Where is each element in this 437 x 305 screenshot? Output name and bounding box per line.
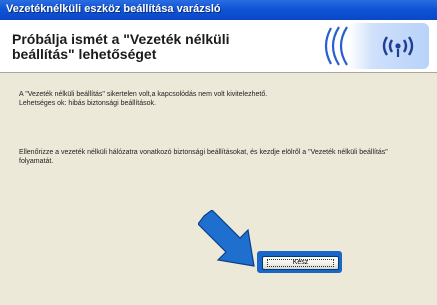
error-line-2: Lehetséges ok: hibás biztonsági beállítá… [19,100,156,107]
wizard-header: Próbálja ismét a "Vezeték nélküli beállí… [0,20,437,73]
title-bar: Vezetéknélküli eszköz beállítása varázsl… [0,0,437,21]
page-heading: Próbálja ismét a "Vezeték nélküli beállí… [12,31,230,62]
finish-button-label: Kész [292,259,309,266]
arrow-pointer-icon [198,210,255,267]
error-message: A "Vezeték nélküli beállítás" sikertelen… [19,90,414,108]
instruction-text: Ellenőrizze a vezeték nélküli hálózatra … [19,149,388,165]
wireless-logo [269,23,429,69]
wireless-signal-icon [324,26,414,66]
window-title: Vezetéknélküli eszköz beállítása varázsl… [6,3,221,15]
finish-button[interactable]: Kész [262,256,339,270]
error-line-1: A "Vezeték nélküli beállítás" sikertelen… [19,91,268,98]
finish-button-highlight: Kész [257,251,342,273]
